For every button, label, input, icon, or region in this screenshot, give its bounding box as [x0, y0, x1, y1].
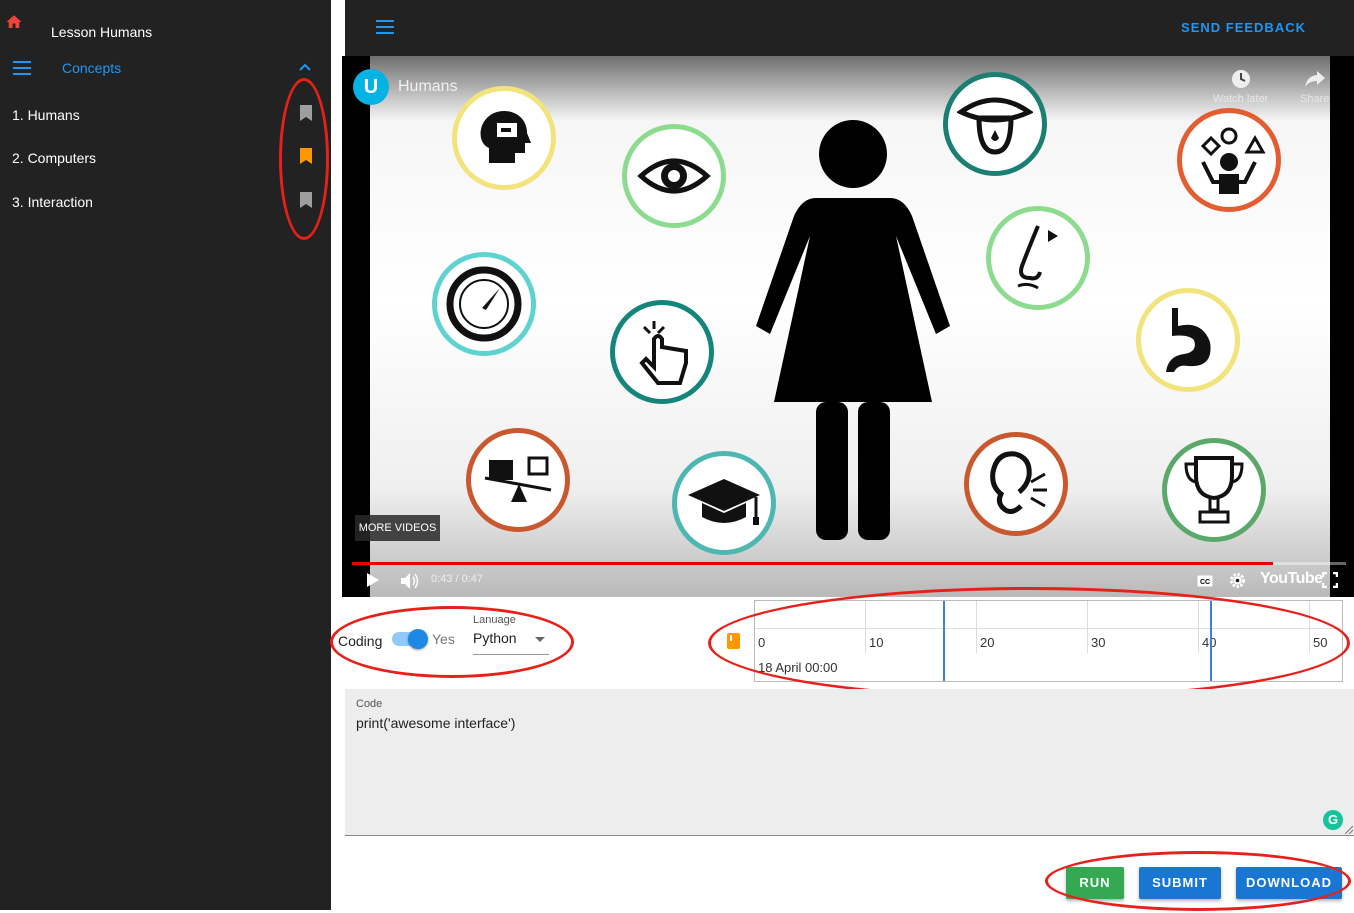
sidebar-item-label: 3. Interaction: [12, 194, 93, 210]
grammarly-icon[interactable]: G: [1323, 810, 1343, 830]
youtube-logo[interactable]: YouTube: [1260, 570, 1323, 588]
video-player[interactable]: U Humans Watch later Share MORE VIDEOS 0…: [342, 56, 1354, 597]
touch-icon: [610, 300, 714, 404]
send-feedback-button[interactable]: SEND FEEDBACK: [1181, 20, 1306, 35]
concepts-label: Concepts: [62, 60, 122, 76]
sidebar-item-label: 1. Humans: [12, 107, 80, 123]
lesson-title: Lesson Humans: [51, 24, 153, 40]
watch-later-button[interactable]: Watch later: [1213, 68, 1268, 105]
woman-figure: [756, 120, 950, 540]
tongue-icon: [943, 72, 1047, 176]
captions-icon[interactable]: CC: [1197, 575, 1213, 587]
concepts-section-header[interactable]: Concepts: [0, 56, 331, 82]
share-icon: [1304, 71, 1325, 87]
code-input[interactable]: print('awesome interface'): [356, 715, 515, 731]
fullscreen-icon[interactable]: [1322, 572, 1338, 588]
video-title[interactable]: Humans: [398, 78, 458, 96]
menu-icon[interactable]: [376, 20, 394, 34]
menu-icon: [13, 61, 31, 75]
video-progress-bar[interactable]: [352, 562, 1346, 565]
share-label: Share: [1300, 93, 1330, 105]
watch-later-label: Watch later: [1213, 93, 1269, 105]
share-button[interactable]: Share: [1300, 68, 1329, 105]
home-icon[interactable]: [5, 13, 23, 31]
resize-handle-icon[interactable]: [1345, 826, 1353, 834]
annotation-circle: [1045, 851, 1351, 911]
channel-logo[interactable]: U: [353, 69, 389, 105]
video-progress-fill: [352, 562, 1274, 565]
eye-icon: [622, 124, 726, 228]
nose-icon: [986, 206, 1090, 310]
trophy-icon: [1162, 438, 1266, 542]
video-controls: 0:43 / 0:47 CC YouTube: [342, 566, 1354, 597]
clock-icon: [1231, 70, 1250, 88]
top-bar: SEND FEEDBACK: [345, 0, 1354, 56]
stomach-icon: [1136, 288, 1240, 392]
code-label: Code: [356, 698, 383, 710]
annotation-circle: [279, 78, 329, 240]
video-time: 0:43 / 0:47: [431, 573, 483, 585]
brain-icon: [452, 86, 556, 190]
more-videos-button[interactable]: MORE VIDEOS: [355, 515, 440, 541]
balance-icon: [466, 428, 570, 532]
settings-gear-icon[interactable]: [1229, 572, 1246, 589]
volume-icon[interactable]: [400, 572, 420, 590]
code-editor[interactable]: Code print('awesome interface') G: [345, 689, 1354, 836]
annotation-circle: [708, 587, 1350, 699]
play-icon[interactable]: [366, 572, 380, 588]
sidebar: Lesson Humans Concepts 1. Humans 2. Comp…: [0, 0, 331, 910]
gauge-icon: [432, 252, 536, 356]
sidebar-item-label: 2. Computers: [12, 150, 97, 166]
chevron-up-icon[interactable]: [298, 62, 312, 72]
shapes-juggler-icon: [1177, 108, 1281, 212]
svg-text:CC: CC: [1200, 579, 1210, 586]
ear-icon: [964, 432, 1068, 536]
annotation-circle: [330, 606, 574, 678]
